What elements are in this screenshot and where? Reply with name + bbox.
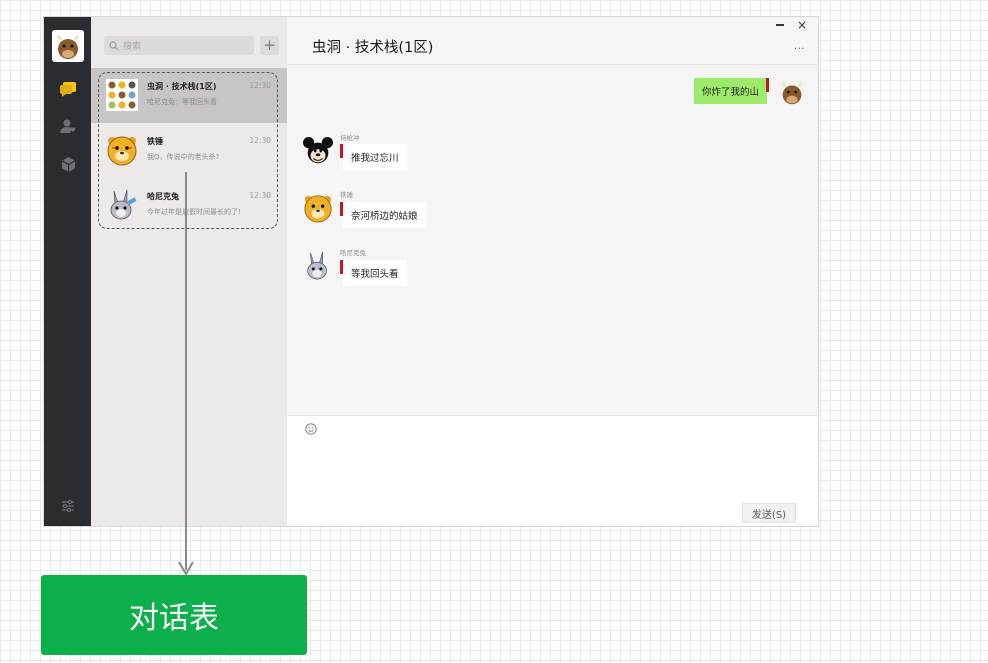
chat-time: 12:30 (249, 136, 271, 145)
minimize-icon[interactable] (776, 24, 784, 26)
sender-name: 铁锤 (340, 191, 353, 199)
cube-icon[interactable] (59, 155, 77, 173)
search-input[interactable]: 搜索 (104, 36, 254, 55)
group-avatar (106, 79, 138, 111)
annotation-label: 对话表 (41, 575, 307, 655)
message-bubble: 推我过忘川 (343, 144, 407, 170)
chat-preview: 今年过年是放假时间最长的了! (147, 208, 241, 216)
tiger-avatar (106, 134, 138, 166)
chat-window: 搜索 + 虫洞 · 技术栈(1区) 哈尼克兔：等我回头看 12:30 铁锤 我Q… (43, 16, 819, 527)
app-sidebar (44, 17, 91, 526)
message-input[interactable]: 发送(S) (287, 415, 818, 526)
emoji-icon[interactable] (305, 423, 317, 435)
chat-name: 铁锤 (147, 137, 163, 146)
sender-name: 持枪冲 (340, 134, 360, 142)
chat-list-item[interactable]: 哈尼克兔 今年过年是放假时间最长的了! 12:30 (91, 178, 287, 233)
contacts-icon[interactable] (59, 117, 77, 135)
message-marker (766, 78, 769, 92)
cow-avatar[interactable] (777, 77, 807, 107)
message-area: 你炸了我的山 持枪冲 推我过忘川 铁锤 奈河桥边的姑娘 哈尼克兔 等我回头看 (287, 65, 818, 415)
tiger-avatar[interactable] (303, 193, 333, 223)
search-placeholder: 搜索 (123, 42, 142, 52)
chat-panel: 虫洞 · 技术栈(1区) × ··· 你炸了我的山 持枪冲 推我过忘川 铁锤 奈… (287, 17, 818, 526)
chat-time: 12:30 (249, 191, 271, 200)
sender-name: 哈尼克兔 (340, 249, 366, 257)
chat-name: 哈尼克兔 (147, 192, 179, 201)
chat-preview: 我Q，传说中的老头杀? (147, 153, 220, 161)
chat-list-panel: 搜索 + 虫洞 · 技术栈(1区) 哈尼克兔：等我回头看 12:30 铁锤 我Q… (91, 17, 287, 526)
self-avatar[interactable] (52, 30, 84, 62)
chat-title: 虫洞 · 技术栈(1区) (312, 40, 434, 56)
search-icon (109, 40, 119, 50)
chat-list-item[interactable]: 铁锤 我Q，传说中的老头杀? 12:30 (91, 123, 287, 178)
more-icon[interactable]: ··· (794, 44, 805, 55)
rabbit-avatar[interactable] (303, 251, 333, 281)
mickey-avatar[interactable] (303, 136, 333, 166)
chat-list-item[interactable]: 虫洞 · 技术栈(1区) 哈尼克兔：等我回头看 12:30 (91, 68, 287, 123)
chat-icon[interactable] (59, 80, 77, 98)
chat-name: 虫洞 · 技术栈(1区) (147, 82, 217, 91)
message-bubble: 你炸了我的山 (693, 78, 767, 104)
message-bubble: 奈河桥边的姑娘 (343, 202, 426, 228)
rabbit-avatar (106, 189, 138, 221)
chat-preview: 哈尼克兔：等我回头看 (147, 98, 217, 106)
message-bubble: 等我回头看 (343, 260, 407, 286)
settings-icon[interactable] (60, 498, 76, 514)
cow-avatar-icon (52, 30, 84, 62)
send-button[interactable]: 发送(S) (742, 503, 796, 523)
close-icon[interactable]: × (797, 18, 807, 32)
chat-time: 12:30 (249, 81, 271, 90)
add-chat-button[interactable]: + (260, 36, 279, 55)
